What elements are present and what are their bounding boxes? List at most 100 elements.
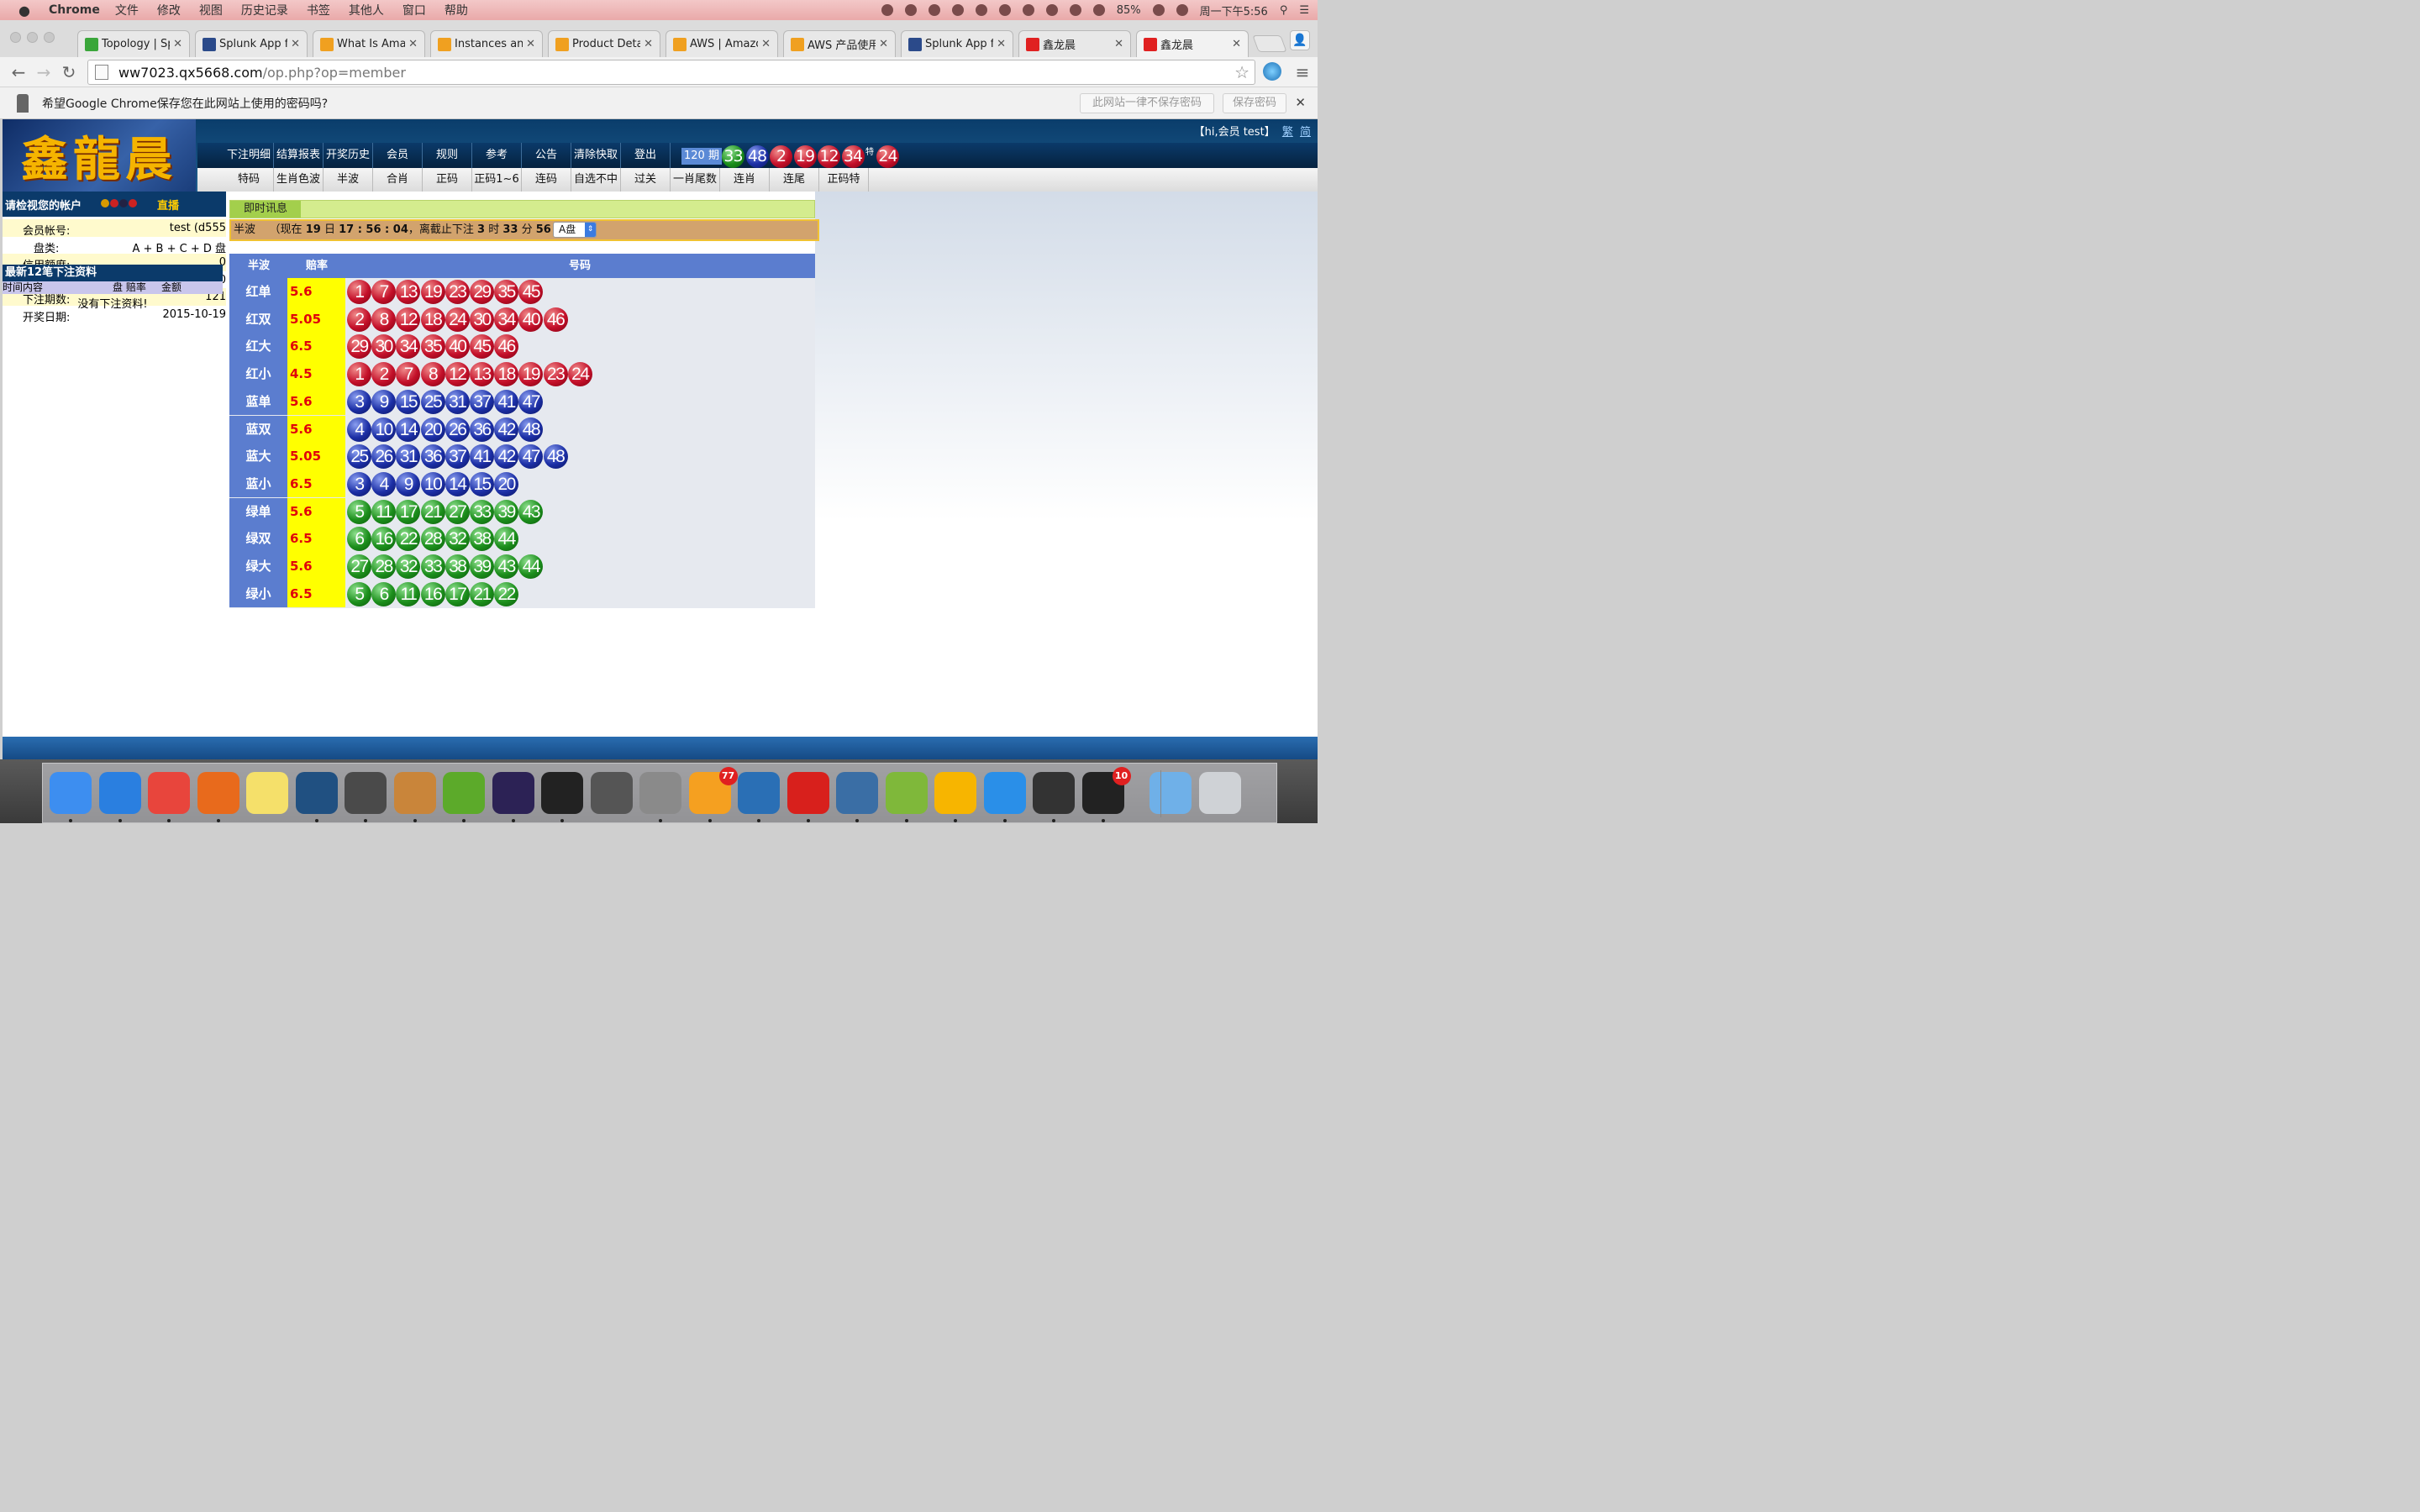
status-circle-icon[interactable]: [904, 4, 917, 16]
nav-top-item[interactable]: 开奖历史: [324, 143, 373, 168]
extension-icon[interactable]: [1263, 62, 1281, 81]
downloads-icon[interactable]: [1150, 772, 1192, 814]
window-minimize-button[interactable]: [27, 32, 38, 43]
window-close-button[interactable]: [10, 32, 21, 43]
shield-icon[interactable]: [1022, 4, 1034, 16]
profile-icon[interactable]: 👤: [1290, 30, 1310, 50]
menu-edit[interactable]: 修改: [157, 2, 181, 18]
tab-close-icon[interactable]: ✕: [1232, 38, 1241, 50]
nav-bottom-item[interactable]: 连码: [522, 168, 571, 192]
half-wave-odds[interactable]: 6.5: [287, 333, 345, 360]
nav-bottom-item[interactable]: 一肖尾数: [671, 168, 720, 192]
menu-window[interactable]: 窗口: [402, 2, 426, 18]
browser-tab[interactable]: Product Detail ✕: [548, 30, 660, 57]
timemachine-icon[interactable]: [1045, 4, 1058, 16]
nav-bottom-item[interactable]: 正码1~6: [472, 168, 522, 192]
half-wave-odds[interactable]: 5.6: [287, 278, 345, 306]
cloud-icon[interactable]: [951, 4, 964, 16]
input-source-icon[interactable]: [1176, 4, 1188, 16]
new-tab-button[interactable]: [1252, 35, 1287, 52]
nav-bottom-item[interactable]: 特码: [224, 168, 274, 192]
airplay-icon[interactable]: [1069, 4, 1081, 16]
apple-menu-icon[interactable]: ●: [12, 3, 37, 18]
spotlight-icon[interactable]: ⚲: [1280, 4, 1288, 17]
lang-simplified-link[interactable]: 简: [1300, 126, 1311, 139]
notification-icon[interactable]: [881, 4, 893, 16]
browser-tab[interactable]: Splunk App fo ✕: [195, 30, 308, 57]
half-wave-odds[interactable]: 5.6: [287, 553, 345, 580]
live-link[interactable]: 直播: [157, 197, 179, 213]
back-button[interactable]: ←: [7, 60, 30, 84]
nav-bottom-item[interactable]: 生肖色波: [274, 168, 324, 192]
half-wave-odds[interactable]: 6.5: [287, 525, 345, 553]
nav-top-item[interactable]: 参考: [472, 143, 522, 168]
menubar-clock[interactable]: 周一下午5:56: [1200, 3, 1268, 18]
sketch-icon[interactable]: [934, 772, 976, 814]
chrome-icon[interactable]: [148, 772, 190, 814]
safari-icon[interactable]: [98, 772, 141, 814]
browser-tab[interactable]: What Is Amaz ✕: [313, 30, 425, 57]
half-wave-odds[interactable]: 6.5: [287, 470, 345, 498]
home-icon[interactable]: [928, 4, 940, 16]
tab-close-icon[interactable]: ✕: [526, 38, 535, 50]
virtualbox-icon[interactable]: [836, 772, 878, 814]
nav-top-item[interactable]: 结算报表: [274, 143, 324, 168]
infobar-close-icon[interactable]: ✕: [1295, 95, 1306, 110]
finder-icon[interactable]: [50, 772, 92, 814]
half-wave-odds[interactable]: 5.6: [287, 387, 345, 416]
nav-bottom-item[interactable]: 正码: [423, 168, 472, 192]
tab-close-icon[interactable]: ✕: [644, 38, 653, 50]
menu-view[interactable]: 视图: [199, 2, 223, 18]
stickies-icon[interactable]: [246, 772, 288, 814]
system-preferences-icon[interactable]: [639, 772, 681, 814]
address-bar[interactable]: ww7023.qx5668.com/op.php?op=member ☆: [87, 60, 1255, 85]
tab-close-icon[interactable]: ✕: [291, 38, 300, 50]
lang-traditional-link[interactable]: 繁: [1282, 126, 1293, 139]
dbeaver-icon[interactable]: [393, 772, 436, 814]
menu-file[interactable]: 文件: [115, 2, 139, 18]
bookmark-star-icon[interactable]: ☆: [1234, 62, 1249, 82]
nav-top-item[interactable]: 规则: [423, 143, 472, 168]
app-menu[interactable]: Chrome: [49, 3, 100, 17]
browser-tab[interactable]: Splunk App fo ✕: [901, 30, 1013, 57]
browser-tab[interactable]: AWS | Amazon✕: [666, 30, 778, 57]
markdown-icon[interactable]: [590, 772, 633, 814]
nav-top-item[interactable]: 会员: [373, 143, 423, 168]
forward-button[interactable]: →: [32, 60, 55, 84]
tab-close-icon[interactable]: ✕: [761, 38, 771, 50]
firefox-icon[interactable]: [197, 772, 239, 814]
menu-history[interactable]: 历史记录: [241, 2, 288, 18]
half-wave-odds[interactable]: 6.5: [287, 580, 345, 608]
tab-close-icon[interactable]: ✕: [997, 38, 1006, 50]
nav-bottom-item[interactable]: 正码特: [819, 168, 869, 192]
terminal-icon[interactable]: [541, 772, 583, 814]
evernote-icon[interactable]: [443, 772, 485, 814]
netease-music-icon[interactable]: [786, 772, 829, 814]
nav-top-item[interactable]: 登出: [621, 143, 671, 168]
half-wave-odds[interactable]: 4.5: [287, 360, 345, 388]
sublime-icon[interactable]: [345, 772, 387, 814]
nav-bottom-item[interactable]: 过关: [621, 168, 671, 192]
tab-close-icon[interactable]: ✕: [408, 38, 418, 50]
windows-xp-vm-icon[interactable]: [1033, 772, 1075, 814]
save-password-button[interactable]: 保存密码: [1223, 93, 1286, 113]
half-wave-odds[interactable]: 5.05: [287, 305, 345, 333]
sync-icon[interactable]: [975, 4, 987, 16]
tab-close-icon[interactable]: ✕: [879, 38, 888, 50]
battery-icon[interactable]: [1152, 4, 1165, 16]
nav-bottom-item[interactable]: 连尾: [770, 168, 819, 192]
browser-tab[interactable]: 鑫龙晨 ✕: [1136, 30, 1249, 57]
tab-close-icon[interactable]: ✕: [1114, 38, 1123, 50]
half-wave-odds[interactable]: 5.6: [287, 415, 345, 444]
trash-icon[interactable]: [1198, 772, 1241, 814]
half-wave-odds[interactable]: 5.6: [287, 497, 345, 526]
nav-top-item[interactable]: 清除快取: [571, 143, 621, 168]
browser-tab[interactable]: AWS 产品使用 ✕: [783, 30, 896, 57]
reload-button[interactable]: ↻: [57, 60, 81, 84]
chrome-menu-icon[interactable]: ≡: [1291, 60, 1314, 84]
nav-top-item[interactable]: 公告: [522, 143, 571, 168]
battery-percent[interactable]: 85%: [1117, 4, 1141, 17]
android-studio-icon[interactable]: [885, 772, 928, 814]
wifi-icon[interactable]: [1092, 4, 1105, 16]
nav-bottom-item[interactable]: 自选不中: [571, 168, 621, 192]
